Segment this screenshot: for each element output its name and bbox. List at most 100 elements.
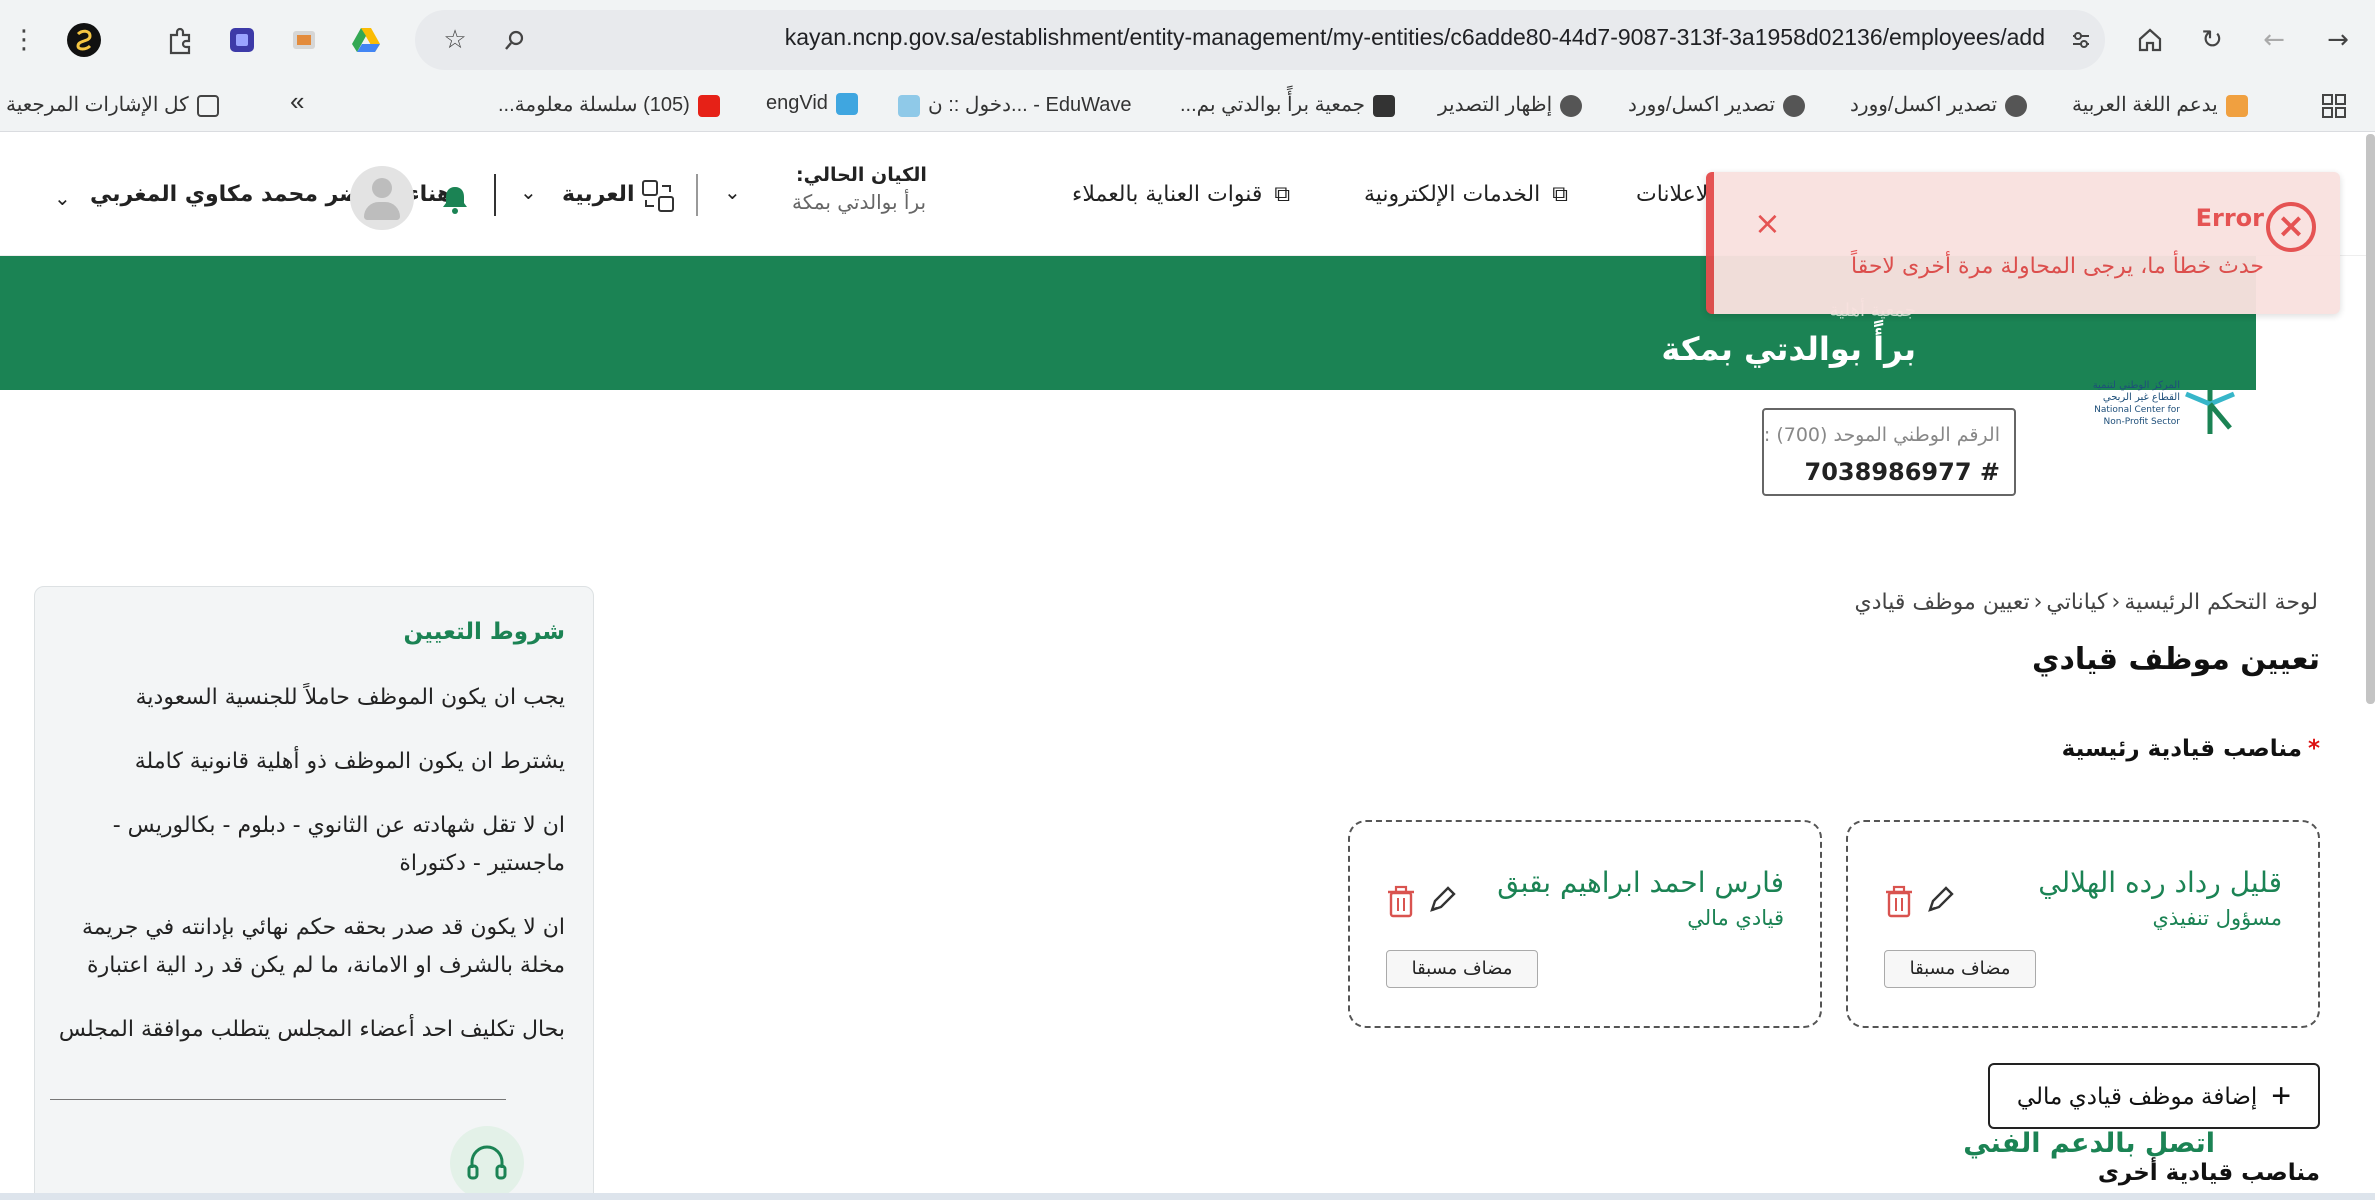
employee-name: فارس احمد ابراهيم بقبق — [1497, 866, 1784, 899]
external-link-icon: ⧉ — [1274, 182, 1291, 207]
employee-role: مسؤول تنفيذي — [2152, 906, 2282, 930]
logo-text: القطاع غير الربحي — [2102, 392, 2180, 403]
trash-icon[interactable] — [1386, 884, 1416, 918]
status-badge: مضاف مسبقا — [1884, 950, 2036, 988]
logo-text: Non-Profit Sector — [2103, 417, 2180, 427]
address-bar[interactable]: ☆ kayan.ncnp.gov.sa/establishment/entity… — [415, 10, 2105, 70]
breadcrumb-home[interactable]: لوحة التحكم الرئيسية — [2124, 590, 2318, 615]
breadcrumb: لوحة التحكم الرئيسية‹كياناتي‹تعيين موظف … — [1853, 590, 2320, 615]
extensions-icon[interactable] — [160, 20, 200, 60]
bookmark-item[interactable]: (105) سلسلة معلومة... — [498, 92, 720, 117]
pencil-icon[interactable] — [1426, 884, 1458, 916]
eduwave-icon — [898, 94, 920, 117]
browser-toolbar: ⋮ ☆ kayan.ncnp.gov.sa/establishment/enti… — [0, 0, 2375, 80]
url-text[interactable]: kayan.ncnp.gov.sa/establishment/entity-m… — [785, 24, 2045, 51]
kebab-menu-icon[interactable]: ⋮ — [4, 20, 44, 60]
bottom-strip — [0, 1193, 2375, 1200]
external-link-icon: ⧉ — [1552, 182, 1568, 207]
divider — [494, 174, 496, 216]
logo-text: National Center for — [2094, 405, 2180, 415]
current-entity-value[interactable]: برأ بوالدتي بمكة — [792, 190, 926, 214]
bookmark-item[interactable]: إظهار التصدير — [1438, 92, 1583, 117]
language-selector[interactable]: العربية — [562, 182, 635, 207]
reload-icon[interactable]: ↻ — [2192, 20, 2232, 60]
nav-customer-care[interactable]: ⧉قنوات العناية بالعملاء — [1072, 182, 1290, 207]
home-icon[interactable] — [2130, 20, 2170, 60]
bookmark-item[interactable]: جمعية برأً بوالدتي بم... — [1180, 92, 1395, 117]
ncnp-logo: المركز الوطني لتنمية القطاع غير الربحي N… — [2076, 370, 2236, 440]
site-settings-icon[interactable] — [2061, 20, 2101, 60]
toast-close-button[interactable]: × — [1754, 204, 1781, 242]
employee-card: فارس احمد ابراهيم بقبق قيادي مالي مضاف م… — [1348, 820, 1822, 1028]
ncnp-emblem-icon — [2185, 372, 2235, 434]
more-bookmarks-icon[interactable]: » — [290, 86, 304, 117]
current-entity-label: الكيان الحالي: — [796, 164, 927, 186]
national-id-value: 7038986977 # — [1804, 458, 2000, 486]
add-button-label: إضافة موظف قيادي مالي — [2016, 1082, 2258, 1109]
banner-title: برأً بوالدتي بمكة — [1661, 330, 1916, 368]
bookmarks-bar: يدعم اللغة العربية تصدير اكسل/وورد تصدير… — [0, 80, 2375, 132]
nav-announcements[interactable]: لاعلانات — [1636, 182, 1708, 207]
plus-icon: + — [2271, 1076, 2292, 1115]
globe-icon — [1560, 94, 1583, 117]
condition-item: ان لا تقل شهادته عن الثانوي - دبلوم - بك… — [112, 813, 565, 876]
nav-e-services[interactable]: ⧉الخدمات الإلكترونية — [1364, 182, 1568, 207]
forward-arrow-icon[interactable]: → — [2318, 20, 2358, 60]
chevron-left-icon: ‹ — [2033, 590, 2043, 615]
required-mark: * — [2307, 736, 2320, 762]
contact-support-link[interactable]: اتصل بالدعم الفني — [1963, 1128, 2215, 1159]
language-icon[interactable] — [640, 178, 676, 214]
r-logo-icon — [1373, 94, 1395, 117]
back-arrow-icon[interactable]: ← — [2254, 20, 2294, 60]
support-headset-container[interactable] — [450, 1126, 524, 1200]
extension-app-icon[interactable] — [222, 20, 262, 60]
employee-name: قليل رداد رده الهلالي — [2038, 866, 2282, 899]
chevron-left-icon: ‹ — [2111, 590, 2121, 615]
error-circle-icon: × — [2266, 202, 2316, 252]
globe-icon — [2005, 94, 2028, 117]
apps-grid-icon[interactable] — [2314, 86, 2354, 126]
chevron-down-icon[interactable]: ⌄ — [724, 180, 741, 204]
employee-role: قيادي مالي — [1687, 906, 1784, 930]
other-positions-title: مناصب قيادية أخرى — [2097, 1160, 2320, 1186]
logo-text: المركز الوطني لتنمية — [2092, 380, 2180, 391]
headset-icon — [467, 1145, 507, 1180]
bell-icon[interactable] — [440, 184, 470, 214]
bookmark-item[interactable]: تصدير اكسل/وورد — [1628, 92, 1806, 117]
bookmark-item[interactable]: engVid — [766, 92, 858, 115]
error-toast: × Error حدث خطأ ما، يرجى المحاولة مرة أخ… — [1706, 172, 2340, 314]
page-title: تعيين موظف قيادي — [2032, 642, 2320, 677]
folder-icon — [196, 94, 219, 117]
chevron-down-icon[interactable]: ⌄ — [520, 180, 537, 204]
breadcrumb-current: تعيين موظف قيادي — [1854, 590, 2030, 615]
condition-item: يشترط ان يكون الموظف ذو أهلية قانونية كا… — [134, 749, 565, 774]
main-positions-title: *مناصب قيادية رئيسية — [2061, 736, 2320, 762]
bookmark-item[interactable]: دخول :: ن... - EduWave — [898, 92, 1131, 117]
youtube-icon — [697, 94, 720, 117]
divider — [696, 174, 698, 216]
avatar[interactable] — [350, 166, 414, 230]
condition-item: بحال تكليف احد أعضاء المجلس يتطلب موافقة… — [58, 1017, 565, 1042]
globe-icon — [1783, 94, 1806, 117]
national-id-label: الرقم الوطني الموحد (700) : — [1763, 424, 2000, 446]
condition-item: يجب ان يكون الموظف حاملاً للجنسية السعود… — [135, 685, 565, 710]
profile-avatar[interactable] — [64, 20, 104, 60]
national-id-box: الرقم الوطني الموحد (700) : 7038986977 # — [1762, 408, 2016, 496]
bookmark-star-icon[interactable]: ☆ — [435, 20, 475, 60]
breadcrumb-entities[interactable]: كياناتي — [2046, 590, 2107, 615]
toast-message: حدث خطأ ما، يرجى المحاولة مرة أخرى لاحقا… — [1850, 254, 2264, 279]
all-bookmarks-folder[interactable]: كل الإشارات المرجعية — [6, 92, 219, 117]
extension-slides-icon[interactable] — [284, 20, 324, 60]
bookmark-item[interactable]: يدعم اللغة العربية — [2072, 92, 2248, 117]
pencil-icon[interactable] — [1924, 884, 1956, 916]
google-drive-icon[interactable] — [346, 20, 386, 60]
conditions-title: شروط التعيين — [403, 619, 565, 645]
page-scrollbar[interactable] — [2366, 134, 2375, 704]
zoom-icon[interactable] — [495, 20, 535, 60]
add-financial-leader-button[interactable]: + إضافة موظف قيادي مالي — [1988, 1063, 2320, 1129]
toast-title: Error — [2195, 204, 2264, 232]
condition-item: ان لا يكون قد صدر بحقه حكم نهائي بإدانته… — [81, 915, 565, 978]
chevron-down-icon[interactable]: ⌄ — [54, 186, 71, 210]
trash-icon[interactable] — [1884, 884, 1914, 918]
bookmark-item[interactable]: تصدير اكسل/وورد — [1850, 92, 2028, 117]
